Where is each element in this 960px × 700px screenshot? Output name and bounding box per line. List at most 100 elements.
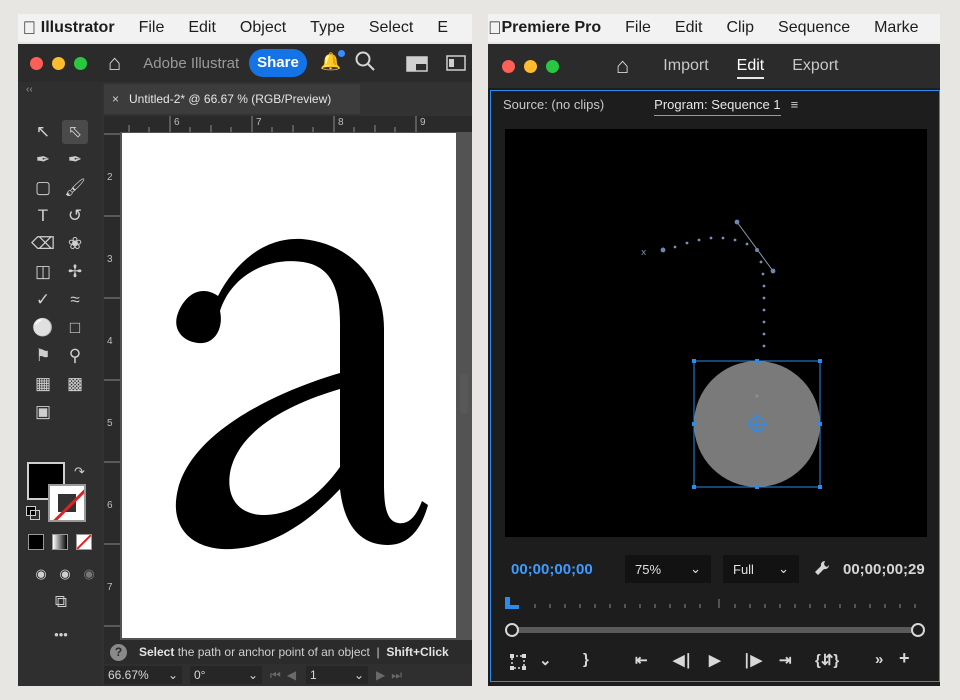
selection-tool-icon[interactable]: ↖: [30, 120, 56, 144]
none-mode-button[interactable]: [76, 534, 92, 550]
button-editor-plus-icon[interactable]: +: [899, 648, 910, 669]
time-ruler[interactable]: [505, 595, 925, 611]
shape-builder-tool-icon[interactable]: ⚪: [30, 316, 56, 340]
draw-normal-icon[interactable]: ◉: [28, 562, 54, 586]
go-to-out-icon[interactable]: ⇥: [779, 651, 792, 669]
motion-path-overlay[interactable]: x: [505, 129, 927, 537]
curvature-tool-icon[interactable]: ✒: [62, 148, 88, 172]
gradient-tool-icon[interactable]: ◫: [30, 260, 56, 284]
notifications-bell-icon[interactable]: 🔔: [320, 50, 346, 72]
menu-clip[interactable]: Clip: [726, 19, 754, 37]
zoom-tool-icon[interactable]: ⚲: [62, 344, 88, 368]
play-icon[interactable]: ▶: [709, 651, 721, 669]
share-button[interactable]: Share: [249, 49, 307, 77]
zoom-window-button[interactable]: [546, 59, 559, 73]
symbol-sprayer-tool-icon[interactable]: ▦: [30, 372, 56, 396]
zoom-scroll-bar[interactable]: [505, 623, 925, 637]
current-timecode[interactable]: 00;00;00;00: [511, 561, 593, 578]
vertical-scrollbar[interactable]: [460, 374, 468, 414]
collapse-panel-icon[interactable]: ‹‹: [26, 84, 33, 95]
direct-selection-tool-icon[interactable]: ⬁: [62, 120, 88, 144]
first-artboard-icon[interactable]: ⏮: [270, 668, 281, 683]
live-paint-bucket-tool-icon[interactable]: ▩: [62, 372, 88, 396]
panel-menu-icon[interactable]: ≡: [791, 97, 799, 112]
apple-icon[interactable]: : [18, 18, 41, 39]
more-tools-icon[interactable]: •••: [46, 622, 76, 646]
wrench-settings-icon[interactable]: [813, 559, 831, 577]
minimize-window-button[interactable]: [52, 56, 65, 70]
safe-margins-icon[interactable]: [509, 653, 527, 671]
menu-type[interactable]: Type: [310, 19, 345, 37]
step-back-icon[interactable]: ◀∣: [673, 651, 692, 669]
rotation-dropdown[interactable]: 0° ⌄: [190, 666, 262, 684]
default-fill-stroke-icon[interactable]: [26, 506, 40, 520]
draw-inside-icon[interactable]: ◉: [76, 562, 102, 586]
app-name-menu[interactable]: Illustrator: [41, 19, 115, 37]
artboard[interactable]: [122, 133, 456, 638]
menu-select[interactable]: Select: [369, 19, 413, 37]
program-video-display[interactable]: x: [505, 129, 927, 537]
tab-edit[interactable]: Edit: [736, 57, 764, 79]
close-tab-icon[interactable]: ×: [112, 92, 119, 106]
app-name-menu[interactable]: Premiere Pro: [502, 19, 602, 37]
zoom-dropdown[interactable]: 66.67% ⌄: [104, 666, 182, 684]
chevron-down-icon[interactable]: ⌄: [539, 651, 552, 669]
draw-behind-icon[interactable]: ◉: [52, 562, 78, 586]
playback-resolution-dropdown[interactable]: Full ⌄: [723, 555, 799, 583]
home-icon[interactable]: ⌂: [108, 50, 121, 76]
previous-artboard-icon[interactable]: ◀: [287, 668, 296, 682]
eraser-tool-icon[interactable]: ⌫: [30, 232, 56, 256]
insert-icon[interactable]: {⇵}: [815, 651, 839, 669]
screen-mode-icon[interactable]: ⧉: [46, 590, 76, 614]
step-forward-icon[interactable]: ∣▶: [743, 651, 762, 669]
mark-out-icon[interactable]: }: [583, 651, 589, 668]
swap-fill-stroke-icon[interactable]: ↷: [74, 464, 85, 480]
close-window-button[interactable]: [30, 56, 43, 70]
vertical-ruler[interactable]: 2 3 4 5 6 7 8: [104, 132, 120, 671]
paintbrush-tool-icon[interactable]: 🖌: [62, 176, 88, 200]
tab-import[interactable]: Import: [663, 57, 708, 75]
gradient-mode-button[interactable]: [52, 534, 68, 550]
eyedropper-tool-icon[interactable]: ✓: [30, 288, 56, 312]
letter-a-artwork[interactable]: [122, 133, 456, 638]
edit-toolbar-icon[interactable]: ▣: [30, 400, 56, 424]
menu-edit[interactable]: Edit: [188, 19, 216, 37]
minimize-window-button[interactable]: [524, 59, 537, 73]
apple-icon[interactable]: : [488, 18, 502, 39]
tab-source-monitor[interactable]: Source: (no clips): [503, 97, 604, 112]
menu-file[interactable]: File: [139, 19, 165, 37]
go-to-in-icon[interactable]: ⇤: [635, 651, 648, 669]
close-window-button[interactable]: [502, 59, 515, 73]
zoom-window-button[interactable]: [74, 56, 87, 70]
search-icon[interactable]: [354, 50, 376, 72]
rectangle-tool-icon[interactable]: ▢: [30, 176, 56, 200]
horizontal-ruler[interactable]: 6 7 8 9: [104, 116, 472, 132]
menu-object[interactable]: Object: [240, 19, 286, 37]
rotate-tool-icon[interactable]: ↺: [62, 204, 88, 228]
stroke-swatch[interactable]: [48, 484, 86, 522]
tab-program-monitor[interactable]: Program: Sequence 1: [654, 97, 782, 116]
menu-edit[interactable]: Edit: [675, 19, 703, 37]
last-artboard-icon[interactable]: ⏭: [391, 668, 402, 683]
document-tab[interactable]: × Untitled-2* @ 66.67 % (RGB/Preview): [104, 84, 360, 114]
pen-tool-icon[interactable]: ✒: [30, 148, 56, 172]
arrange-documents-icon[interactable]: [406, 56, 428, 72]
free-transform-tool-icon[interactable]: ⚑: [30, 344, 56, 368]
artboard-dropdown[interactable]: 1 ⌄: [306, 666, 369, 684]
more-controls-icon[interactable]: »: [875, 651, 883, 668]
color-mode-button[interactable]: [28, 534, 44, 550]
help-icon[interactable]: ?: [110, 643, 127, 661]
zoom-level-dropdown[interactable]: 75% ⌄: [625, 555, 711, 583]
menu-sequence[interactable]: Sequence: [778, 19, 850, 37]
lasso-tool-icon[interactable]: ❀: [62, 232, 88, 256]
home-icon[interactable]: ⌂: [616, 53, 629, 79]
tab-export[interactable]: Export: [792, 57, 838, 75]
type-tool-icon[interactable]: T: [30, 204, 56, 228]
puppet-warp-tool-icon[interactable]: ✢: [62, 260, 88, 284]
menu-file[interactable]: File: [625, 19, 651, 37]
artboard-tool-icon[interactable]: □: [62, 316, 88, 340]
workspace-layout-icon[interactable]: [446, 55, 466, 71]
width-tool-icon[interactable]: ≈: [62, 288, 88, 312]
menu-markers-truncated[interactable]: Marke: [874, 19, 918, 37]
next-artboard-icon[interactable]: ▶: [376, 668, 385, 682]
